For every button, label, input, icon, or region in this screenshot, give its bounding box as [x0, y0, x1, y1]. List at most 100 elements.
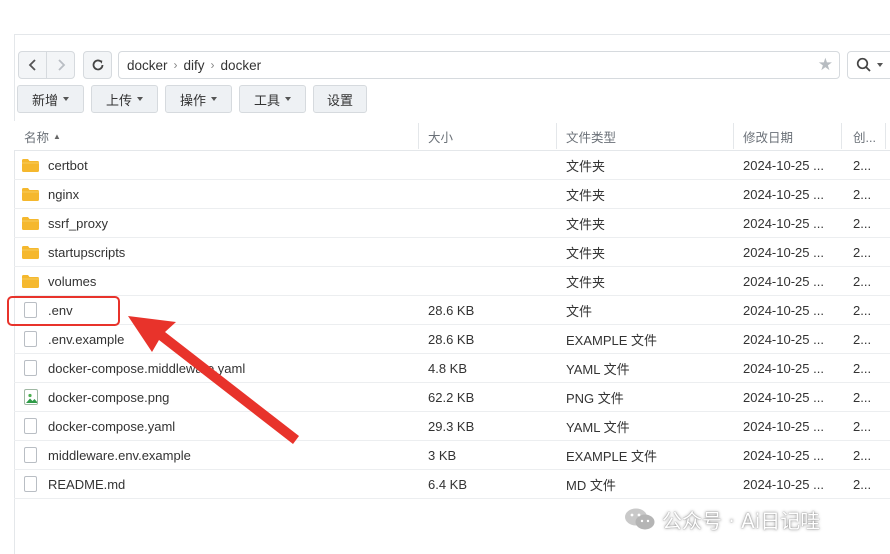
file-modified: 2024-10-25 ...	[743, 274, 824, 289]
file-size	[428, 151, 558, 180]
file-name: volumes	[48, 274, 97, 289]
table-row[interactable]: .env 28.6 KB 文件 2024-10-25 ... 2...	[14, 296, 890, 325]
forward-button[interactable]	[46, 51, 75, 79]
file-size: 3 KB	[428, 448, 457, 463]
table-row[interactable]: certbot 文件夹 2024-10-25 ... 2...	[14, 151, 890, 180]
file-size	[428, 180, 558, 209]
column-header-created[interactable]: 创...	[853, 121, 876, 151]
column-header-created-label: 创...	[853, 130, 876, 145]
column-divider[interactable]	[556, 123, 557, 149]
chevron-right-icon	[57, 59, 65, 71]
file-modified: 2024-10-25 ...	[743, 390, 824, 405]
refresh-button[interactable]	[83, 51, 112, 79]
tools-button[interactable]: 工具	[239, 85, 306, 113]
file-icon	[24, 331, 37, 347]
column-header-name[interactable]: 名称 ▲	[24, 121, 61, 151]
table-row[interactable]: nginx 文件夹 2024-10-25 ... 2...	[14, 180, 890, 209]
star-icon[interactable]: ★	[818, 56, 833, 74]
file-size: 29.3 KB	[428, 419, 475, 434]
new-button[interactable]: 新增	[17, 85, 84, 113]
file-name: docker-compose.middleware.yaml	[48, 361, 246, 376]
file-modified: 2024-10-25 ...	[743, 303, 824, 318]
wechat-icon	[625, 508, 655, 530]
chevron-down-icon	[285, 97, 291, 101]
back-button[interactable]	[18, 51, 47, 79]
upload-button[interactable]: 上传	[91, 85, 158, 113]
file-modified: 2024-10-25 ...	[743, 332, 824, 347]
file-modified: 2024-10-25 ...	[743, 448, 824, 463]
file-name: docker-compose.yaml	[48, 419, 176, 434]
table-row[interactable]: startupscripts 文件夹 2024-10-25 ... 2...	[14, 238, 890, 267]
table-row[interactable]: docker-compose.yaml 29.3 KB YAML 文件 2024…	[14, 412, 890, 441]
file-type: 文件夹	[566, 159, 606, 174]
column-header-type[interactable]: 文件类型	[566, 121, 616, 151]
table-row[interactable]: ssrf_proxy 文件夹 2024-10-25 ... 2...	[14, 209, 890, 238]
file-created: 2...	[853, 158, 872, 173]
file-type: 文件夹	[566, 217, 606, 232]
folder-icon	[22, 159, 39, 172]
file-created: 2...	[853, 332, 872, 347]
file-type: YAML 文件	[566, 420, 630, 435]
table-row[interactable]: volumes 文件夹 2024-10-25 ... 2...	[14, 267, 890, 296]
column-divider[interactable]	[841, 123, 842, 149]
search-icon	[856, 57, 871, 72]
file-created: 2...	[853, 448, 872, 463]
file-type: 文件	[566, 304, 593, 319]
file-created: 2...	[853, 274, 872, 289]
top-blank-area	[0, 0, 890, 34]
column-header-name-label: 名称	[24, 130, 50, 145]
breadcrumb-item[interactable]: docker	[127, 58, 168, 73]
file-size	[428, 267, 558, 296]
file-icon	[24, 476, 37, 492]
action-button[interactable]: 操作	[165, 85, 232, 113]
column-divider[interactable]	[885, 123, 886, 149]
table-row[interactable]: middleware.env.example 3 KB EXAMPLE 文件 2…	[14, 441, 890, 470]
file-name: middleware.env.example	[48, 448, 191, 463]
file-size: 28.6 KB	[428, 332, 475, 347]
table-row[interactable]: README.md 6.4 KB MD 文件 2024-10-25 ... 2.…	[14, 470, 890, 499]
file-size: 62.2 KB	[428, 390, 475, 405]
file-type: YAML 文件	[566, 362, 630, 377]
settings-button-label: 设置	[326, 92, 353, 108]
breadcrumb-item[interactable]: dify	[184, 58, 205, 73]
column-divider[interactable]	[418, 123, 419, 149]
image-icon	[24, 389, 38, 405]
folder-icon	[22, 275, 39, 288]
column-divider[interactable]	[733, 123, 734, 149]
chevron-down-icon	[211, 97, 217, 101]
file-size: 6.4 KB	[428, 477, 468, 492]
file-modified: 2024-10-25 ...	[743, 187, 824, 202]
table-row[interactable]: docker-compose.png 62.2 KB PNG 文件 2024-1…	[14, 383, 890, 412]
breadcrumb-separator-icon: ›	[210, 58, 215, 72]
chevron-down-icon	[63, 97, 69, 101]
table-header: 名称 ▲ 大小 文件类型 修改日期 创...	[14, 121, 890, 151]
breadcrumb-item[interactable]: docker	[221, 58, 262, 73]
path-bar[interactable]: docker › dify › docker ★	[118, 51, 840, 79]
file-created: 2...	[853, 477, 872, 492]
column-header-modified[interactable]: 修改日期	[743, 121, 793, 151]
table-row[interactable]: .env.example 28.6 KB EXAMPLE 文件 2024-10-…	[14, 325, 890, 354]
file-size	[428, 209, 558, 238]
file-modified: 2024-10-25 ...	[743, 158, 824, 173]
column-header-size[interactable]: 大小	[428, 121, 453, 151]
file-type: 文件夹	[566, 275, 606, 290]
file-created: 2...	[853, 361, 872, 376]
watermark: 公众号 · Ai日记哇	[624, 505, 820, 533]
new-button-label: 新增	[31, 92, 58, 108]
file-type: EXAMPLE 文件	[566, 449, 658, 464]
search-button[interactable]	[847, 51, 890, 79]
watermark-text: 公众号 · Ai日记哇	[662, 508, 821, 533]
file-created: 2...	[853, 419, 872, 434]
file-modified: 2024-10-25 ...	[743, 216, 824, 231]
highlight-box	[7, 296, 120, 326]
file-icon	[24, 447, 37, 463]
file-created: 2...	[853, 187, 872, 202]
table-row[interactable]: docker-compose.middleware.yaml 4.8 KB YA…	[14, 354, 890, 383]
file-size	[428, 238, 558, 267]
file-modified: 2024-10-25 ...	[743, 361, 824, 376]
settings-button[interactable]: 设置	[313, 85, 367, 113]
file-type: MD 文件	[566, 478, 616, 493]
file-name: nginx	[48, 187, 80, 202]
sort-up-icon: ▲	[53, 131, 61, 141]
file-name: docker-compose.png	[48, 390, 170, 405]
